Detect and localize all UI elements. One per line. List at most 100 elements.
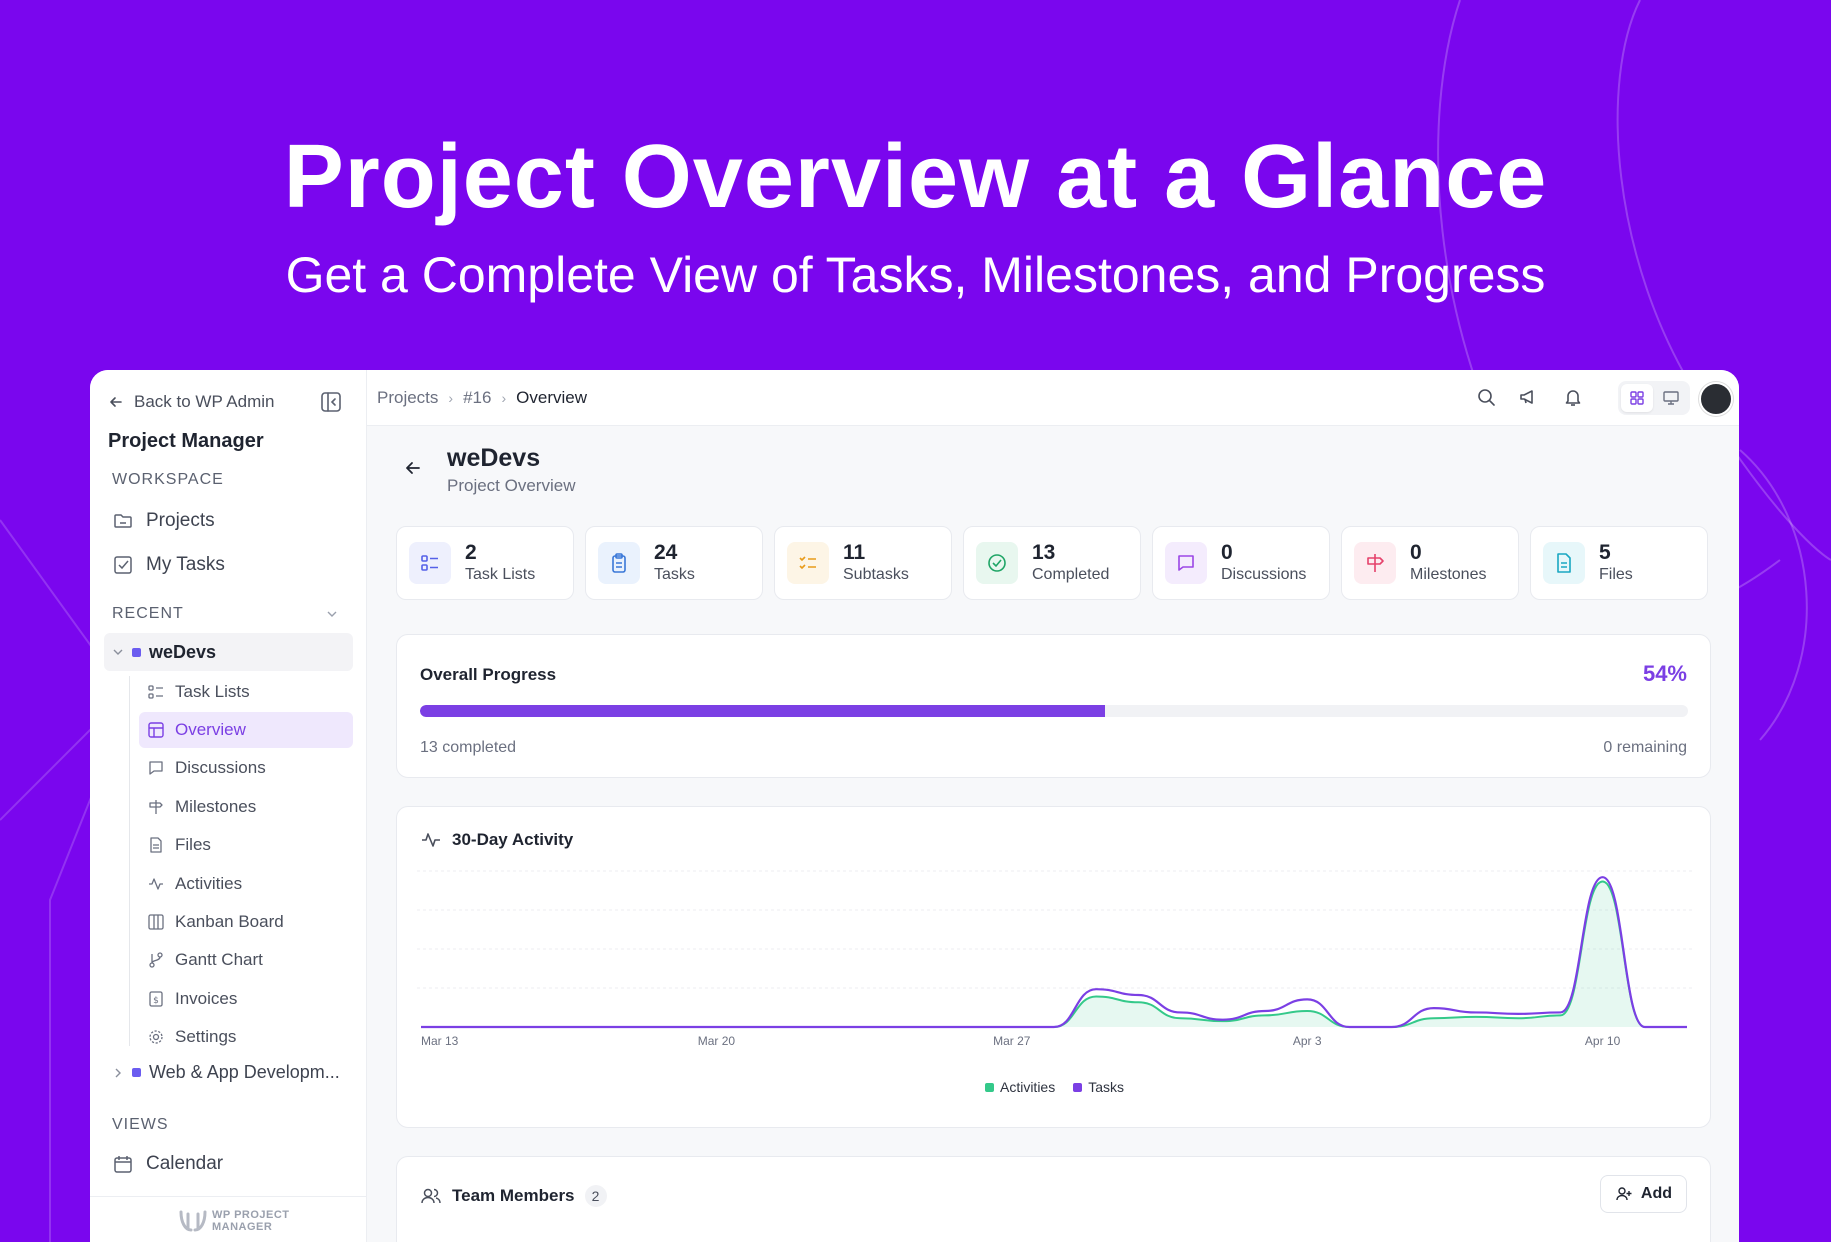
x-tick-label: Apr 10 (1585, 1034, 1621, 1048)
sidebar-item-task-lists[interactable]: Task Lists (139, 674, 353, 710)
sidebar-item-discussions[interactable]: Discussions (139, 750, 353, 786)
legend-item-activities: Activities (984, 1079, 1055, 1095)
workspace-section-label: WORKSPACE (112, 471, 224, 488)
chevron-down-icon[interactable] (326, 608, 338, 620)
progress-completed: 13 completed (420, 739, 517, 756)
sidebar-item-gantt-chart[interactable]: Gantt Chart (139, 942, 353, 978)
stat-card-tasks[interactable]: 24 Tasks (585, 526, 763, 600)
user-plus-icon (1616, 1187, 1632, 1201)
stat-value: 2 (465, 541, 477, 564)
breadcrumb-current: Overview (516, 388, 587, 407)
sidebar-item-my-tasks[interactable]: My Tasks (112, 554, 225, 576)
legend-swatch (984, 1082, 994, 1092)
chevron-right-icon: › (448, 390, 454, 406)
monitor-view-button[interactable] (1655, 384, 1687, 412)
stat-value: 24 (654, 541, 678, 564)
sidebar-item-invoices[interactable]: $ Invoices (139, 981, 353, 1017)
bell-icon[interactable] (1562, 386, 1584, 408)
add-member-button[interactable]: Add (1599, 1175, 1687, 1213)
users-icon (421, 1188, 441, 1204)
team-count-badge: 2 (584, 1185, 607, 1207)
stat-icon-box (409, 542, 451, 584)
sidebar-item-label: Milestones (175, 797, 257, 816)
sidebar-item-label: Activities (175, 874, 243, 893)
logo-mark-icon (179, 1210, 207, 1232)
stat-card-task-lists[interactable]: 2 Task Lists (396, 526, 574, 600)
stat-text: 5 Files (1599, 541, 1633, 585)
sidebar-item-label: Gantt Chart (175, 950, 263, 969)
back-arrow-icon[interactable] (403, 458, 423, 478)
x-tick-label: Apr 3 (1293, 1034, 1322, 1048)
invoice-icon: $ (149, 991, 163, 1007)
team-title: Team Members (452, 1186, 575, 1205)
team-members-card: Team Members 2 Add (396, 1156, 1711, 1242)
legend-label: Tasks (1088, 1079, 1125, 1095)
stat-card-files[interactable]: 5 Files (1530, 526, 1708, 600)
tree-line (129, 676, 130, 1046)
back-to-admin-label: Back to WP Admin (134, 392, 275, 411)
breadcrumb-projects[interactable]: Projects (377, 388, 438, 408)
sidebar-item-milestones[interactable]: Milestones (139, 789, 353, 825)
breadcrumb-project-id[interactable]: #16 (463, 388, 491, 408)
avatar[interactable] (1699, 382, 1733, 416)
legend-item-tasks: Tasks (1073, 1079, 1124, 1095)
stat-label: Subtasks (843, 566, 909, 583)
stat-card-milestones[interactable]: 0 Milestones (1341, 526, 1519, 600)
chat-icon (1178, 555, 1194, 571)
sidebar-item-label: Projects (146, 510, 215, 531)
sidebar-item-activities[interactable]: Activities (139, 866, 353, 902)
sidebar-project-wedevs[interactable]: weDevs (104, 633, 353, 671)
sidebar-item-kanban-board[interactable]: Kanban Board (139, 904, 353, 940)
views-section-label: VIEWS (112, 1116, 169, 1133)
stat-value: 0 (1410, 541, 1422, 564)
logo-text: MANAGER (212, 1221, 273, 1233)
progress-remaining: 0 remaining (1603, 739, 1687, 756)
megaphone-icon[interactable] (1518, 386, 1540, 408)
sidebar-item-label: Calendar (146, 1153, 224, 1174)
sidebar: Back to WP Admin Project Manager WORKSPA… (90, 370, 367, 1242)
chat-icon (149, 761, 163, 775)
sidebar-collapse-icon[interactable] (319, 390, 343, 414)
sidebar-item-projects[interactable]: Projects (112, 510, 215, 532)
file-icon (1557, 553, 1571, 573)
stat-value: 5 (1599, 541, 1611, 564)
stat-label: Milestones (1410, 566, 1487, 583)
stat-icon-box (1354, 542, 1396, 584)
sidebar-item-calendar[interactable]: Calendar (112, 1153, 223, 1175)
stat-text: 2 Task Lists (465, 541, 535, 585)
stats-row: 2 Task Lists 24 Tasks 11 Subtasks 13 Completed 0… (396, 526, 1708, 600)
sidebar-item-files[interactable]: Files (139, 827, 353, 863)
activity-card: 30-Day Activity Mar 13 Mar 20 Mar 27 Apr 3 A… (396, 806, 1711, 1128)
project-name: Web & App Developm... (149, 1062, 340, 1082)
monitor-icon (1663, 391, 1679, 405)
stat-icon-box (1165, 542, 1207, 584)
activity-icon (422, 833, 440, 847)
branch-icon (149, 952, 163, 968)
stat-label: Tasks (654, 566, 695, 583)
back-to-admin-link[interactable]: Back to WP Admin (108, 392, 274, 412)
stat-value: 11 (843, 541, 866, 564)
stat-card-discussions[interactable]: 0 Discussions (1152, 526, 1330, 600)
progress-fill (420, 705, 1105, 717)
page-subtitle: Project Overview (447, 476, 576, 495)
list-icon (148, 685, 163, 699)
stat-card-subtasks[interactable]: 11 Subtasks (774, 526, 952, 600)
sidebar-item-settings[interactable]: Settings (139, 1019, 353, 1055)
stat-text: 11 Subtasks (843, 541, 909, 585)
chevron-down-icon (113, 649, 123, 655)
project-name: weDevs (149, 641, 217, 662)
sidebar-project-web-app[interactable]: Web & App Developm... (112, 1062, 340, 1083)
sidebar-item-label: Discussions (175, 758, 266, 777)
grid-view-button[interactable] (1621, 384, 1653, 412)
calendar-icon (114, 1156, 132, 1173)
hero-title: Project Overview at a Glance (283, 127, 1548, 227)
wp-project-manager-logo: WP PROJECT MANAGER (178, 1208, 290, 1234)
progress-track (420, 705, 1688, 717)
stat-card-completed[interactable]: 13 Completed (963, 526, 1141, 600)
stat-text: 0 Discussions (1221, 541, 1306, 585)
sidebar-item-overview[interactable]: Overview (139, 712, 353, 748)
page-title: weDevs (447, 444, 541, 472)
sidebar-item-label: Overview (175, 720, 246, 739)
search-icon[interactable] (1475, 386, 1497, 408)
sidebar-item-label: Kanban Board (175, 912, 284, 931)
